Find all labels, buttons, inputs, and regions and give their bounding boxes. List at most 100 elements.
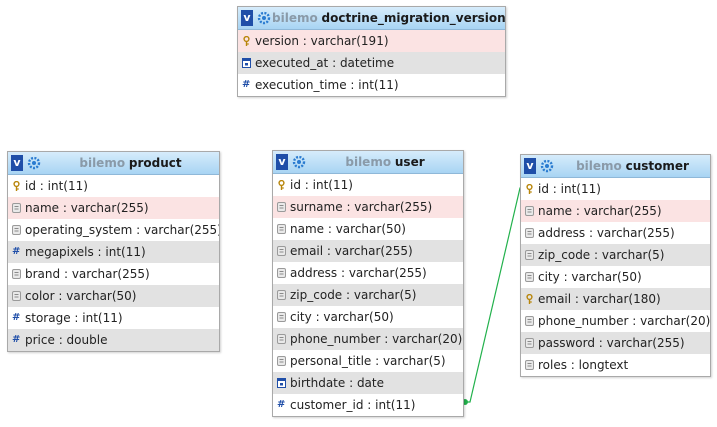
table-header[interactable]: v bilemo doctrine_migration_versions: [238, 7, 505, 30]
column-row-zip-code[interactable]: zip_code : varchar(5): [273, 284, 463, 306]
column-name: email: [290, 244, 324, 258]
table-customer[interactable]: v bilemo customer id : int(11) name : var…: [520, 154, 711, 377]
column-type: int(11): [560, 182, 601, 196]
column-separator: :: [585, 226, 597, 240]
column-row-executed-at[interactable]: executed_at : datetime: [238, 52, 505, 74]
column-separator: :: [300, 178, 313, 192]
column-separator: :: [59, 201, 71, 215]
column-list: id : int(11) name : varchar(255) operating…: [8, 175, 219, 351]
gear-icon[interactable]: [257, 11, 271, 25]
column-name: color: [25, 289, 55, 303]
column-row-megapixels[interactable]: # megapixels : int(11): [8, 241, 219, 263]
column-type: varchar(20): [392, 332, 463, 346]
column-name: zip_code: [290, 288, 343, 302]
column-separator: :: [572, 204, 584, 218]
column-row-surname[interactable]: surname : varchar(255): [273, 196, 463, 218]
column-separator: :: [132, 223, 144, 237]
column-type: int(11): [375, 398, 416, 412]
column-row-roles[interactable]: roles : longtext: [521, 354, 710, 376]
table-doctrine-migration-versions[interactable]: v bilemo doctrine_migration_versions ver…: [237, 6, 506, 97]
column-name: name: [290, 222, 325, 236]
column-type: varchar(255): [606, 336, 685, 350]
column-separator: :: [328, 56, 340, 70]
column-separator: :: [380, 332, 393, 346]
number-icon: #: [12, 334, 21, 345]
column-type: varchar(5): [601, 248, 665, 262]
table-header[interactable]: v bilemo product: [8, 152, 219, 175]
column-row-brand[interactable]: brand : varchar(255): [8, 263, 219, 285]
column-row-name[interactable]: name : varchar(255): [521, 200, 710, 222]
table-title: bilemo user: [307, 151, 463, 173]
column-separator: :: [324, 222, 336, 236]
column-row-personal-title[interactable]: personal_title : varchar(5): [273, 350, 463, 372]
column-separator: :: [345, 376, 357, 390]
column-row-email[interactable]: email : varchar(180): [521, 288, 710, 310]
table-header[interactable]: v bilemo user: [273, 151, 463, 174]
column-row-birthdate[interactable]: birthdate : date: [273, 372, 463, 394]
column-row-password[interactable]: password : varchar(255): [521, 332, 710, 354]
column-type: varchar(180): [582, 292, 661, 306]
column-name: execution_time: [255, 78, 347, 92]
column-name: phone_number: [538, 314, 629, 328]
column-type: int(11): [105, 245, 146, 259]
column-name: customer_id: [290, 398, 364, 412]
column-separator: :: [346, 78, 359, 92]
database-name: bilemo: [576, 159, 622, 173]
column-type: varchar(5): [382, 354, 446, 368]
column-separator: :: [323, 244, 335, 258]
column-row-phone-number[interactable]: phone_number : varchar(20): [273, 328, 463, 350]
column-row-version[interactable]: version : varchar(191): [238, 30, 505, 52]
column-row-zip-code[interactable]: zip_code : varchar(5): [521, 244, 710, 266]
column-type: varchar(255): [143, 223, 219, 237]
toggle-columns-button[interactable]: v: [241, 10, 253, 26]
number-icon: #: [12, 312, 21, 323]
column-name: id: [538, 182, 549, 196]
column-name: city: [290, 310, 312, 324]
column-row-city[interactable]: city : varchar(50): [273, 306, 463, 328]
column-row-id[interactable]: id : int(11): [273, 174, 463, 196]
table-header[interactable]: v bilemo customer: [521, 155, 710, 178]
toggle-columns-button[interactable]: v: [524, 158, 536, 174]
column-row-name[interactable]: name : varchar(255): [8, 197, 219, 219]
gear-icon[interactable]: [292, 155, 306, 169]
number-icon: #: [242, 79, 251, 90]
gear-icon[interactable]: [540, 159, 554, 173]
column-name: address: [290, 266, 338, 280]
column-row-name[interactable]: name : varchar(50): [273, 218, 463, 240]
column-type: longtext: [578, 358, 629, 372]
column-type: varchar(50): [571, 270, 642, 284]
toggle-columns-button[interactable]: v: [11, 155, 23, 171]
column-separator: :: [548, 182, 561, 196]
toggle-columns-button[interactable]: v: [276, 154, 288, 170]
column-type: varchar(20): [640, 314, 710, 328]
table-user[interactable]: v bilemo user id : int(11) surname : varc…: [272, 150, 464, 417]
column-row-email[interactable]: email : varchar(255): [273, 240, 463, 262]
column-row-operating-system[interactable]: operating_system : varchar(255): [8, 219, 219, 241]
column-separator: :: [363, 398, 376, 412]
column-row-phone-number[interactable]: phone_number : varchar(20): [521, 310, 710, 332]
column-row-storage[interactable]: # storage : int(11): [8, 307, 219, 329]
column-row-customer-id[interactable]: # customer_id : int(11): [273, 394, 463, 416]
column-type: varchar(50): [335, 222, 406, 236]
column-separator: :: [559, 270, 572, 284]
column-name: version: [255, 34, 299, 48]
column-name: address: [538, 226, 586, 240]
table-title: bilemo product: [42, 152, 219, 174]
gear-icon[interactable]: [27, 156, 41, 170]
column-type: int(11): [82, 311, 123, 325]
column-row-id[interactable]: id : int(11): [8, 175, 219, 197]
column-separator: :: [342, 200, 355, 214]
column-name: executed_at: [255, 56, 329, 70]
column-row-address[interactable]: address : varchar(255): [273, 262, 463, 284]
column-name: phone_number: [290, 332, 381, 346]
column-row-color[interactable]: color : varchar(50): [8, 285, 219, 307]
table-product[interactable]: v bilemo product id : int(11) name : varc…: [7, 151, 220, 352]
column-row-execution-time[interactable]: # execution_time : int(11): [238, 74, 505, 96]
column-row-address[interactable]: address : varchar(255): [521, 222, 710, 244]
column-row-city[interactable]: city : varchar(50): [521, 266, 710, 288]
column-list: id : int(11) surname : varchar(255) name :…: [273, 174, 463, 416]
column-type: varchar(5): [353, 288, 417, 302]
column-row-price[interactable]: # price : double: [8, 329, 219, 351]
column-separator: :: [337, 266, 349, 280]
column-row-id[interactable]: id : int(11): [521, 178, 710, 200]
